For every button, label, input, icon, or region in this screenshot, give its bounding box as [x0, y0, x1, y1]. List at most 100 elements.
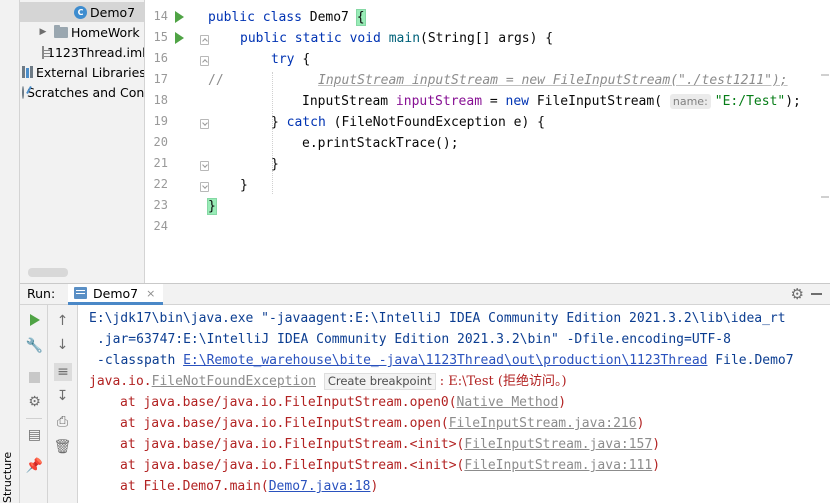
console-line: -classpath E:\Remote_warehouse\bite_-jav…	[97, 350, 794, 371]
fold-icon[interactable]	[200, 182, 209, 192]
stop-icon[interactable]	[29, 372, 40, 383]
exception-link[interactable]: FileNotFoundException	[152, 374, 316, 389]
line-number: 17	[153, 72, 168, 86]
code-line-14: public class Demo7 {	[208, 7, 366, 28]
console-text: at java.base/java.io.FileInputStream.ope…	[120, 395, 457, 410]
pin-icon[interactable]: 📌	[26, 458, 43, 474]
fold-icon[interactable]	[200, 119, 209, 129]
stack-frame-link[interactable]: Demo7.java:18	[269, 479, 371, 494]
console-error-line: java.io.FileNotFoundException Create bre…	[89, 371, 567, 392]
fold-icon[interactable]	[200, 161, 209, 171]
code-token: FileInputStream(	[536, 94, 663, 109]
console-output[interactable]: E:\jdk17\bin\java.exe "-javaagent:E:\Int…	[79, 305, 830, 503]
stack-frame-link[interactable]: FileInputStream.java:111	[464, 458, 652, 473]
tree-item-label: Demo7	[90, 4, 136, 20]
editor-gutter: 14 15 16 17 18 19 20 21 22 23 24	[146, 0, 209, 283]
stack-frame: at java.base/java.io.FileInputStream.<in…	[120, 434, 660, 455]
tree-item-iml[interactable]: 1123Thread.iml	[20, 42, 144, 62]
code-line-23: }	[207, 196, 217, 217]
console-text: File.Demo7	[707, 353, 794, 368]
layout-icon[interactable]: ▤	[27, 427, 42, 443]
tree-item-label: HomeWork	[71, 24, 140, 40]
tree-item-homework[interactable]: ▶ HomeWork	[20, 22, 144, 42]
code-line-18: InputStream inputStream = new FileInputS…	[302, 91, 801, 112]
run-class-icon[interactable]	[175, 11, 184, 23]
minimize-icon[interactable]	[811, 293, 822, 295]
stack-frame: at java.base/java.io.FileInputStream.<in…	[120, 455, 660, 476]
gear-icon[interactable]: ⚙	[791, 285, 804, 303]
console-text: )	[558, 395, 567, 410]
fold-icon[interactable]	[200, 56, 209, 66]
tree-item-external-libraries[interactable]: External Libraries	[20, 62, 144, 82]
code-token: );	[785, 94, 801, 109]
close-icon[interactable]: ×	[146, 287, 155, 300]
java-class-icon: C	[74, 5, 87, 19]
code-token: (String[] args) {	[420, 31, 554, 46]
module-file-icon	[42, 45, 50, 59]
run-main-icon[interactable]	[175, 32, 184, 44]
code-token: main	[388, 31, 421, 46]
code-line-22: }	[240, 178, 248, 193]
stack-frame-link[interactable]: FileInputStream.java:157	[464, 437, 652, 452]
line-number: 20	[153, 135, 168, 149]
code-token: Demo7	[309, 10, 357, 25]
code-token: "E:/Test"	[714, 94, 786, 109]
console-line: E:\jdk17\bin\java.exe "-javaagent:E:\Int…	[89, 311, 786, 326]
stack-frame: at java.base/java.io.FileInputStream.ope…	[120, 413, 644, 434]
fold-icon[interactable]	[200, 35, 209, 45]
scroll-to-end-icon[interactable]: ↧	[55, 388, 70, 404]
code-token: (FileNotFoundException e) {	[333, 115, 545, 130]
line-number: 24	[153, 219, 168, 233]
wrench-icon[interactable]: 🔧	[26, 338, 43, 354]
code-token: //	[208, 73, 224, 88]
console-line: .jar=63747:E:\IntelliJ IDEA Community Ed…	[97, 332, 731, 347]
console-text: )	[652, 437, 661, 452]
classpath-link[interactable]: E:\Remote_warehouse\bite_-java\1123Threa…	[183, 353, 707, 368]
console-text: at java.base/java.io.FileInputStream.<in…	[120, 437, 465, 452]
tree-item-demo7[interactable]: C Demo7	[20, 2, 144, 22]
line-number: 21	[153, 156, 168, 170]
structure-tool-window-button[interactable]: Structure	[1, 452, 14, 503]
code-token: {	[302, 52, 311, 67]
print-icon[interactable]: ⎙	[55, 414, 70, 430]
left-tool-strip: Structure	[0, 0, 20, 503]
console-text: )	[636, 416, 645, 431]
horizontal-scrollbar[interactable]	[28, 268, 68, 277]
error-stripe[interactable]	[820, 0, 830, 283]
folder-icon	[54, 24, 68, 38]
console-text: java.io.	[89, 374, 152, 389]
create-breakpoint-button[interactable]: Create breakpoint	[323, 373, 436, 390]
code-token: public static void	[240, 31, 389, 46]
line-number: 14	[153, 9, 168, 23]
code-token: public class	[208, 10, 310, 25]
toolbar-separator	[26, 418, 42, 419]
code-token: new	[505, 94, 537, 109]
stripe-mark[interactable]	[821, 196, 829, 198]
arrow-up-icon[interactable]: ↑	[55, 313, 70, 329]
parameter-hint: name:	[669, 94, 711, 109]
stack-frame-link[interactable]: FileInputStream.java:216	[449, 416, 637, 431]
arrow-down-icon[interactable]: ↓	[55, 337, 70, 353]
code-token: InputStream	[302, 94, 396, 109]
tree-item-label: Scratches and Cons	[27, 84, 145, 100]
run-tab-demo7[interactable]: Demo7 ×	[68, 284, 164, 305]
stripe-mark[interactable]	[821, 74, 829, 76]
project-tree: C Demo7 ▶ HomeWork 1123Thread.iml Extern…	[20, 0, 145, 283]
code-editor[interactable]: 14 15 16 17 18 19 20 21 22 23 24 public …	[146, 0, 830, 283]
console-text: at File.Demo7.main(	[120, 479, 269, 494]
debugger-settings-icon[interactable]: ⚙	[27, 394, 42, 410]
trash-icon[interactable]: 🗑	[54, 439, 72, 455]
code-token: =	[482, 94, 506, 109]
run-toolbar-primary: 🔧 ⚙ ▤ 📌	[20, 305, 48, 503]
library-icon	[22, 66, 33, 78]
stack-frame-link[interactable]: Native Method	[457, 395, 559, 410]
chevron-right-icon[interactable]: ▶	[38, 27, 48, 37]
tree-item-scratches[interactable]: Scratches and Cons	[20, 82, 145, 102]
soft-wrap-icon[interactable]: ≡	[54, 363, 72, 381]
run-label: Run:	[27, 286, 56, 301]
rerun-icon[interactable]	[30, 314, 40, 326]
code-line-20: e.printStackTrace();	[302, 136, 459, 151]
stack-frame: at File.Demo7.main(Demo7.java:18)	[120, 476, 378, 497]
indent-guide	[272, 72, 273, 194]
line-number: 19	[153, 114, 168, 128]
